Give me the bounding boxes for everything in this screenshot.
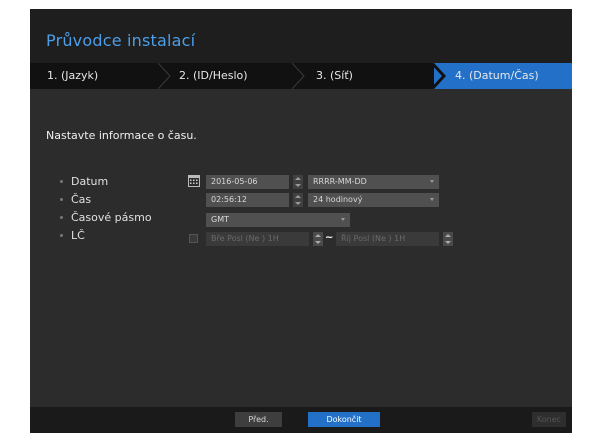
- title-bar: Průvodce instalací: [30, 9, 572, 63]
- spin-up-icon[interactable]: [295, 177, 301, 180]
- spin-down-icon[interactable]: [315, 241, 321, 244]
- step-separator-icon: [158, 63, 171, 89]
- spin-up-icon[interactable]: [445, 234, 451, 237]
- dst-label: LČ: [60, 229, 85, 242]
- wizard-steps: 1. (Jazyk) 2. (ID/Heslo) 3. (Síť) 4. (Da…: [30, 63, 572, 89]
- spin-up-icon[interactable]: [315, 234, 321, 237]
- dst-end-spinner[interactable]: [443, 232, 453, 246]
- dst-start-spinner[interactable]: [313, 232, 323, 246]
- step-network: 3. (Síť): [316, 69, 353, 82]
- step-separator-icon: [292, 63, 305, 89]
- step-language: 1. (Jazyk): [47, 69, 99, 82]
- step-separator-icon: [430, 63, 446, 89]
- chevron-down-icon: [341, 218, 345, 221]
- spin-down-icon[interactable]: [295, 202, 301, 205]
- previous-button[interactable]: Před.: [235, 412, 282, 427]
- time-label: Čas: [60, 193, 91, 206]
- time-spinner[interactable]: [293, 193, 303, 207]
- spin-down-icon[interactable]: [295, 184, 301, 187]
- calendar-icon[interactable]: [188, 175, 200, 187]
- date-spinner[interactable]: [293, 175, 303, 189]
- date-input[interactable]: 2016-05-06: [206, 175, 289, 189]
- time-input[interactable]: 02:56:12: [206, 193, 289, 207]
- step-date-time: 4. (Datum/Čas): [455, 69, 539, 82]
- timezone-select[interactable]: GMT: [206, 213, 350, 227]
- spin-down-icon[interactable]: [445, 241, 451, 244]
- dst-end-select[interactable]: Říj Posl (Ne ) 1H: [336, 232, 439, 246]
- date-format-select[interactable]: RRRR-MM-DD: [308, 175, 439, 189]
- chevron-down-icon: [430, 180, 434, 183]
- chevron-down-icon: [430, 198, 434, 201]
- dst-checkbox[interactable]: [189, 234, 198, 243]
- instruction-text: Nastavte informace o času.: [46, 129, 197, 142]
- setup-wizard-window: Průvodce instalací 1. (Jazyk) 2. (ID/Hes…: [30, 9, 572, 433]
- exit-button[interactable]: Konec: [532, 412, 566, 427]
- time-format-select[interactable]: 24 hodinový: [308, 193, 439, 207]
- dst-range-separator: ~: [325, 232, 334, 243]
- wizard-footer: Před. Dokončit Konec: [30, 407, 572, 433]
- timezone-label: Časové pásmo: [60, 211, 152, 224]
- spin-up-icon[interactable]: [295, 195, 301, 198]
- date-label: Datum: [60, 175, 108, 188]
- dst-start-select[interactable]: Bře Posl (Ne ) 1H: [206, 232, 309, 246]
- wizard-content: Nastavte informace o času. Datum 2016-05…: [30, 89, 572, 407]
- step-id-password: 2. (ID/Heslo): [179, 69, 248, 82]
- wizard-title: Průvodce instalací: [46, 31, 196, 50]
- finish-button[interactable]: Dokončit: [308, 412, 380, 427]
